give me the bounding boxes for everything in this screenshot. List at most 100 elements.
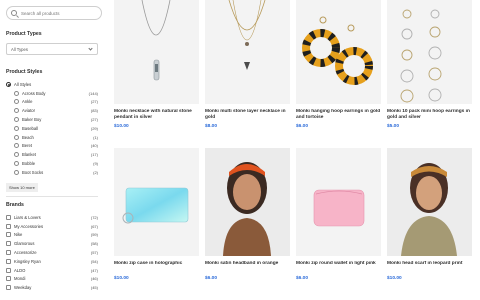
product-image[interactable]: [296, 148, 381, 256]
checkbox[interactable]: [6, 267, 11, 273]
brand-option[interactable]: Weekday (45): [6, 283, 98, 292]
radio[interactable]: [14, 117, 19, 123]
checkbox[interactable]: [6, 232, 11, 238]
style-option[interactable]: Aviator (83): [6, 106, 98, 115]
radio-selected[interactable]: [6, 81, 11, 87]
brand-option[interactable]: Liars & Lovers (72): [6, 213, 98, 222]
product-name[interactable]: Monki hanging hoop earrings in gold and …: [296, 109, 381, 121]
style-count: (83): [90, 108, 98, 114]
brand-count: (47): [90, 267, 98, 273]
style-option[interactable]: Across Body (144): [6, 89, 98, 98]
checkbox[interactable]: [6, 214, 11, 220]
product-types-heading: Product Types: [6, 31, 42, 37]
product-types-select[interactable]: All Types: [6, 43, 98, 55]
radio[interactable]: [14, 134, 19, 140]
product-image[interactable]: [296, 0, 381, 104]
checkbox[interactable]: [6, 285, 11, 291]
product-name[interactable]: Monki satin headband in orange: [205, 261, 290, 273]
style-option[interactable]: Ankle (27): [6, 98, 98, 107]
style-option[interactable]: Beret (40): [6, 142, 98, 151]
product-card[interactable]: Monki zip case in holographic $10.00: [114, 148, 199, 281]
brand-option[interactable]: My Accessories (67): [6, 222, 98, 231]
product-card[interactable]: Monki multi stone layer necklace in gold…: [205, 0, 290, 129]
checkbox[interactable]: [6, 258, 11, 264]
product-name[interactable]: Monki 10 pack mini hoop earrings in gold…: [387, 109, 472, 121]
brand-label: Weekday: [14, 285, 32, 291]
style-option[interactable]: Boot Socks (2): [6, 168, 98, 177]
brand-label: Nike: [14, 232, 23, 238]
checkbox[interactable]: [6, 241, 11, 247]
brand-option[interactable]: ALDO (47): [6, 266, 98, 275]
product-card[interactable]: Monki hanging hoop earrings in gold and …: [296, 0, 381, 129]
divider: [6, 196, 98, 197]
radio[interactable]: [14, 161, 19, 167]
product-card[interactable]: Monki necklace with natural stone pendan…: [114, 0, 199, 129]
search-box[interactable]: [6, 6, 102, 20]
product-name[interactable]: Monki zip round wallet in light pink: [296, 261, 381, 273]
style-option[interactable]: Baseball (29): [6, 124, 98, 133]
style-option-label: Beret: [22, 143, 33, 149]
style-option[interactable]: Baker Boy (27): [6, 115, 98, 124]
product-card[interactable]: Monki satin headband in orange $6.00: [205, 148, 290, 281]
product-price: $6.00: [296, 124, 309, 129]
brand-option[interactable]: Accessorize (57): [6, 248, 98, 257]
radio[interactable]: [14, 90, 19, 96]
radio[interactable]: [14, 169, 19, 175]
checkbox[interactable]: [6, 250, 11, 256]
style-option-label: Boot Socks: [22, 169, 44, 175]
product-name[interactable]: Monki head scarf in leopard print: [387, 261, 472, 273]
style-count: (29): [90, 125, 98, 131]
brand-label: My Accessories: [14, 223, 44, 229]
product-name[interactable]: Monki multi stone layer necklace in gold: [205, 109, 290, 121]
style-count: (27): [90, 117, 98, 123]
product-image[interactable]: [114, 0, 199, 104]
product-name[interactable]: Monki zip case in holographic: [114, 261, 199, 273]
product-styles-list: All Styles Across Body (144) Ankle (27) Av…: [6, 80, 98, 177]
brand-option[interactable]: Nike (59): [6, 231, 98, 240]
product-styles-heading: Product Styles: [6, 69, 43, 75]
product-price: $8.00: [205, 124, 218, 129]
style-option[interactable]: Blanket (17): [6, 150, 98, 159]
product-image[interactable]: [387, 0, 472, 104]
radio[interactable]: [14, 108, 19, 114]
style-count: (40): [90, 143, 98, 149]
product-card[interactable]: Monki head scarf in leopard print $10.00: [387, 148, 472, 281]
product-name[interactable]: Monki necklace with natural stone pendan…: [114, 109, 199, 121]
brands-list: Liars & Lovers (72) My Accessories (67) Ni…: [6, 213, 98, 292]
search-input[interactable]: [21, 10, 101, 16]
style-option-label: Bobble: [22, 161, 36, 167]
brand-count: (58): [90, 241, 98, 247]
style-option-all[interactable]: All Styles: [6, 80, 98, 89]
checkbox[interactable]: [6, 276, 11, 282]
radio[interactable]: [14, 99, 19, 105]
product-image[interactable]: [205, 148, 290, 256]
checkbox[interactable]: [6, 223, 11, 229]
brand-option[interactable]: Kingsley Ryan (54): [6, 257, 98, 266]
brand-count: (46): [90, 276, 98, 282]
style-option-label: Across Body: [22, 90, 46, 96]
product-card[interactable]: Monki 10 pack mini hoop earrings in gold…: [387, 0, 472, 129]
style-option-label: Ankle: [22, 99, 33, 105]
product-image[interactable]: [205, 0, 290, 104]
style-option-label: All Styles: [14, 81, 32, 87]
show-more-button[interactable]: Show 10 more: [6, 183, 38, 192]
product-price: $10.00: [387, 276, 402, 281]
brand-option[interactable]: Glamorous (58): [6, 239, 98, 248]
product-image[interactable]: [114, 148, 199, 256]
brand-option[interactable]: Mondi (46): [6, 275, 98, 284]
product-types-selected: All Types: [11, 46, 28, 52]
style-count: (27): [90, 99, 98, 105]
search-icon: [11, 10, 17, 16]
product-card[interactable]: Monki zip round wallet in light pink $6.…: [296, 148, 381, 281]
chevron-down-icon: [88, 46, 93, 51]
radio[interactable]: [14, 125, 19, 131]
radio[interactable]: [14, 143, 19, 149]
style-count: (144): [88, 90, 98, 96]
radio[interactable]: [14, 152, 19, 158]
style-option[interactable]: Bobble (9): [6, 159, 98, 168]
brand-label: ALDO: [14, 267, 26, 273]
style-option-label: Baker Boy: [22, 117, 42, 123]
style-option[interactable]: Beach (1): [6, 133, 98, 142]
style-option-label: Aviator: [22, 108, 35, 114]
product-image[interactable]: [387, 148, 472, 256]
